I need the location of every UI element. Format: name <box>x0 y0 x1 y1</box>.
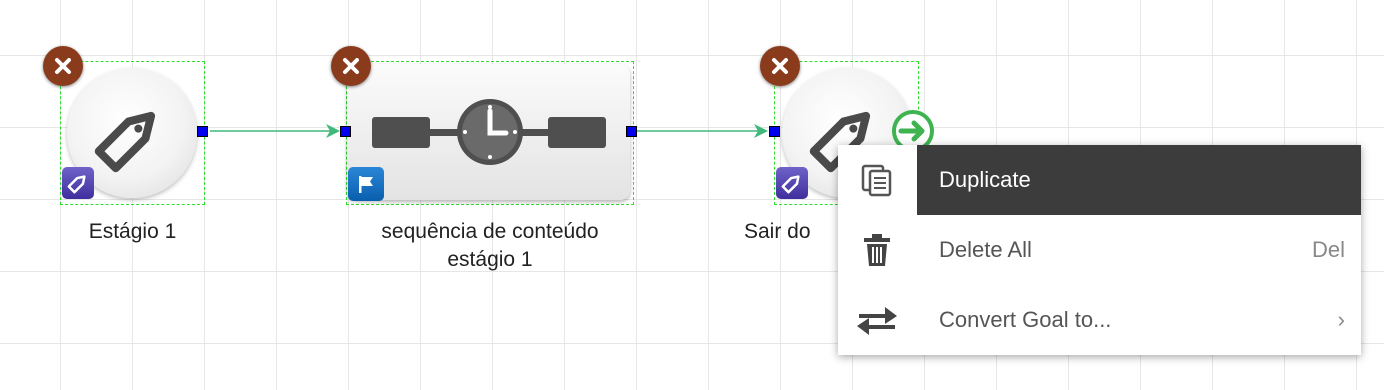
menu-item-delete-all[interactable]: Delete All Del <box>838 215 1361 285</box>
output-port[interactable] <box>626 126 637 137</box>
trash-icon <box>854 215 900 285</box>
context-menu: Duplicate Delete All Del Convert Goal to… <box>838 145 1361 355</box>
menu-item-duplicate[interactable]: Duplicate <box>838 145 1361 215</box>
remove-node-button[interactable] <box>331 46 371 86</box>
menu-item-label: Delete All <box>939 237 1032 262</box>
tag-icon <box>94 111 156 173</box>
swap-arrows-icon <box>854 285 900 355</box>
tag-badge-icon <box>62 167 94 199</box>
node-label: sequência de conteúdo estágio 1 <box>330 218 650 274</box>
input-port[interactable] <box>340 126 351 137</box>
submenu-chevron-icon: › <box>1337 307 1345 332</box>
remove-node-button[interactable] <box>760 46 800 86</box>
close-icon <box>343 58 359 74</box>
remove-node-button[interactable] <box>43 46 83 86</box>
flow-canvas[interactable]: Estágio 1 sequência de conteúdo estágio … <box>0 0 1384 390</box>
node-label: Sair do <box>744 220 811 243</box>
output-port[interactable] <box>197 126 208 137</box>
tag-badge-icon <box>776 167 808 199</box>
close-icon <box>772 58 788 74</box>
close-icon <box>55 58 71 74</box>
menu-item-shortcut: Del <box>1311 237 1345 262</box>
duplicate-icon <box>854 145 900 215</box>
node-label-line2: estágio 1 <box>447 248 533 271</box>
menu-item-label: Duplicate <box>939 167 1031 192</box>
clock-timeline-icon <box>372 99 606 165</box>
menu-item-convert-goal[interactable]: Convert Goal to... › <box>838 285 1361 355</box>
node-label-line1: sequência de conteúdo <box>381 220 599 243</box>
node-label: Estágio 1 <box>88 220 177 243</box>
flag-badge-icon <box>348 167 384 201</box>
input-port[interactable] <box>769 126 780 137</box>
menu-item-label: Convert Goal to... <box>939 307 1112 332</box>
